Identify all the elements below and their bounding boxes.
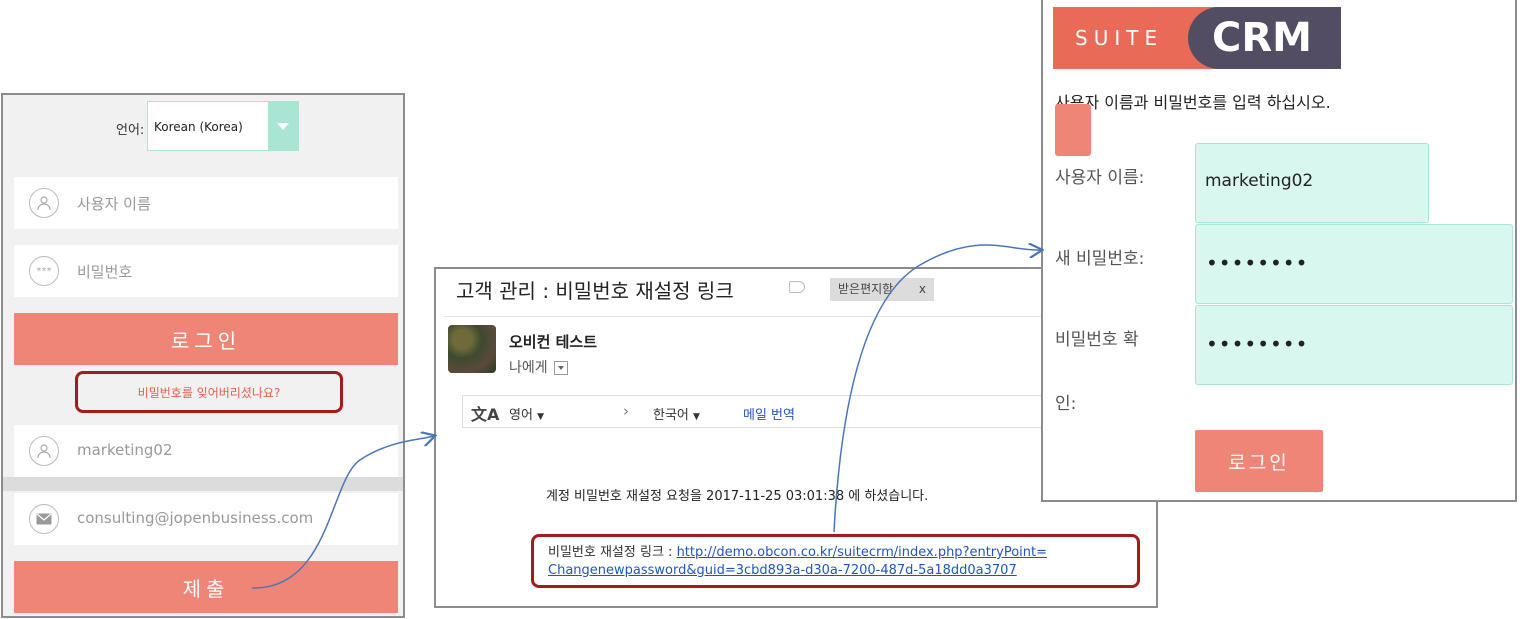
logo-crm: CRM	[1188, 7, 1341, 69]
confirm-password-field[interactable]: ••••••••	[1195, 305, 1513, 385]
password-input[interactable]: *** 비밀번호	[14, 245, 398, 297]
envelope-icon	[29, 504, 59, 534]
user-icon	[29, 436, 59, 466]
translate-from-text: 영어	[509, 408, 533, 423]
avatar	[448, 325, 496, 373]
chevron-down-icon[interactable]	[553, 361, 568, 375]
username-field[interactable]: marketing02	[1195, 143, 1429, 223]
login-button[interactable]: 로그인	[14, 313, 398, 365]
forgot-username-input[interactable]: marketing02	[14, 425, 398, 477]
email-body-text: 계정 비밀번호 재설정 요청을 2017-11-25 03:01:38 에 하셨…	[546, 489, 929, 504]
username-placeholder: 사용자 이름	[77, 195, 151, 213]
language-row: 언어: Korean (Korea)	[3, 101, 403, 151]
reset-link-url-2[interactable]: Changenewpassword&guid=3cbd893a-d30a-720…	[548, 563, 1017, 578]
translate-icon: 文A	[471, 405, 500, 424]
email-subject: 고객 관리 : 비밀번호 재설정 링크	[456, 279, 734, 303]
login-button[interactable]: 로그인	[1195, 430, 1323, 492]
reset-link-line: 비밀번호 재설정 링크 : http://demo.obcon.co.kr/su…	[548, 541, 1047, 560]
new-password-field[interactable]: ••••••••	[1195, 224, 1513, 304]
user-icon	[29, 188, 59, 218]
reset-link-label: 비밀번호 재설정 링크 :	[548, 545, 677, 560]
instruction-text: 사용자 이름과 비밀번호를 입력 하십시오.	[1055, 93, 1331, 112]
inbox-label-text: 받은편지함	[838, 282, 894, 296]
username-value: marketing02	[1205, 171, 1314, 191]
translate-to-select[interactable]: 한국어 ▼	[653, 404, 700, 423]
confirm-password-label-2: 인:	[1055, 394, 1077, 414]
translate-from-select[interactable]: 영어 ▼	[509, 404, 544, 423]
email-value: consulting@jopenbusiness.com	[77, 509, 314, 527]
chevron-down-icon[interactable]	[268, 102, 298, 150]
confirm-password-label-1: 비밀번호 확	[1055, 330, 1139, 350]
recipient: 나에게	[509, 357, 568, 377]
language-value: Korean (Korea)	[154, 120, 243, 134]
login-panel: 언어: Korean (Korea) 사용자 이름 *** 비밀번호 로그인 비…	[1, 93, 405, 618]
caret-down-icon: ▼	[537, 412, 544, 422]
confirm-password-value: ••••••••	[1206, 332, 1309, 356]
inbox-label: 받은편지함 x	[830, 278, 934, 301]
username-input[interactable]: 사용자 이름	[14, 177, 398, 229]
recipient-text: 나에게	[509, 360, 548, 376]
translate-to-text: 한국어	[653, 408, 689, 423]
submit-button[interactable]: 제출	[14, 561, 398, 613]
caret-down-icon: ▼	[693, 412, 700, 422]
new-password-label: 새 비밀번호:	[1055, 249, 1145, 269]
username-label: 사용자 이름:	[1055, 168, 1145, 188]
error-indicator	[1055, 104, 1091, 156]
divider	[3, 477, 403, 491]
chevron-right-icon: ›	[623, 402, 629, 420]
new-password-value: ••••••••	[1206, 251, 1309, 275]
language-label: 언어:	[116, 123, 145, 138]
suitecrm-panel: SUITE CRM 사용자 이름과 비밀번호를 입력 하십시오. 사용자 이름:…	[1041, 0, 1517, 502]
reset-link-url-1[interactable]: http://demo.obcon.co.kr/suitecrm/index.p…	[677, 545, 1047, 560]
label-icon[interactable]	[789, 281, 805, 293]
password-placeholder: 비밀번호	[77, 263, 133, 281]
sender-name: 오비컨 테스트	[509, 333, 598, 351]
username-value: marketing02	[77, 441, 173, 459]
reset-link-highlight: 비밀번호 재설정 링크 : http://demo.obcon.co.kr/su…	[531, 534, 1140, 588]
forgot-password-link[interactable]: 비밀번호를 잊어버리셨나요?	[75, 371, 343, 413]
email-input[interactable]: consulting@jopenbusiness.com	[14, 493, 398, 545]
translate-message-link[interactable]: 메일 번역	[743, 404, 795, 423]
language-select[interactable]: Korean (Korea)	[147, 101, 299, 151]
password-icon: ***	[29, 256, 59, 286]
close-icon[interactable]: x	[919, 278, 926, 301]
